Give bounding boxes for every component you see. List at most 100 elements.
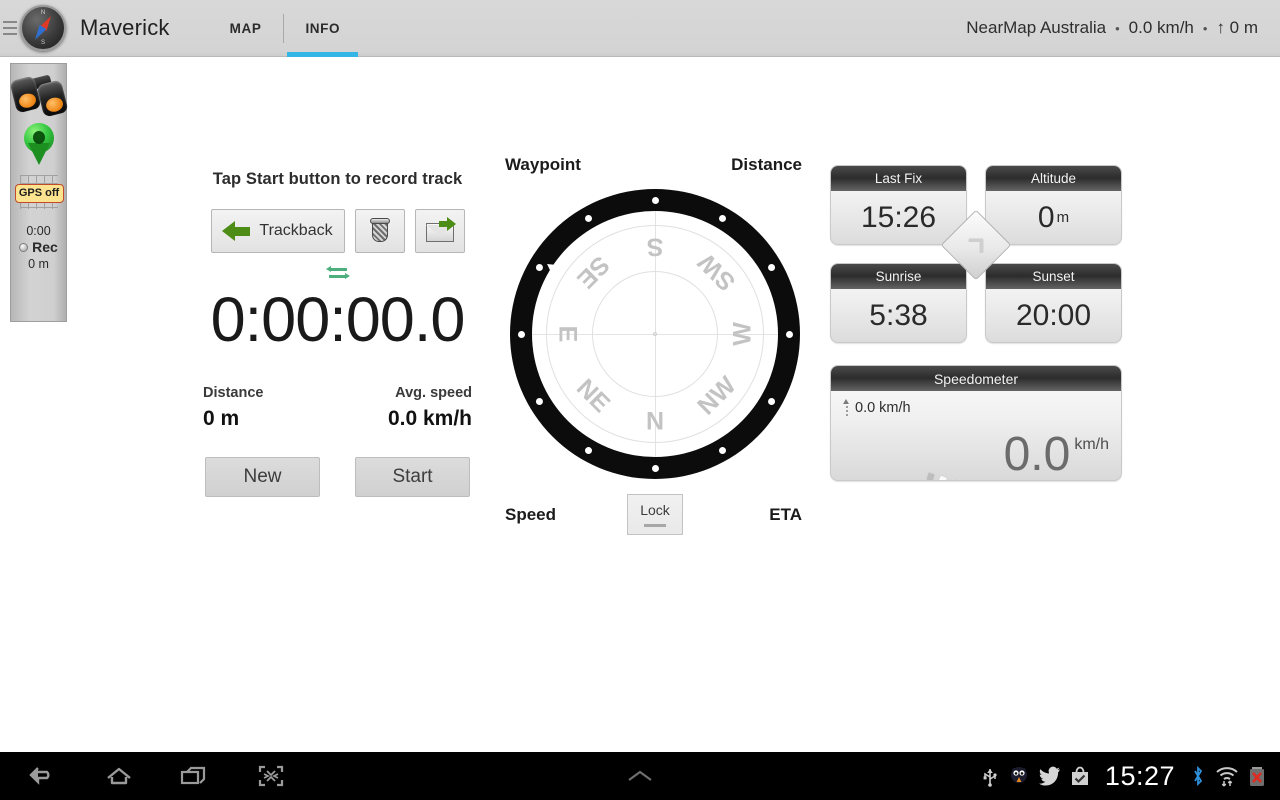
separator-dot: • [1202,20,1208,36]
track-timer: 0:00:00.0 [210,285,466,355]
speedometer-tick [947,478,960,480]
nav-key-group [0,759,292,793]
compass-ring-dot [535,263,543,271]
tile-sunset[interactable]: Sunset 20:00 [985,263,1122,343]
lock-label: Lock [640,502,670,518]
eta-label: ETA [769,505,802,524]
current-speed-value: 0.0 [1003,428,1071,481]
menu-icon[interactable] [0,0,18,57]
bluetooth-icon [1190,765,1206,787]
lock-button[interactable]: Lock [627,494,683,535]
screenshot-icon[interactable] [250,759,292,793]
recents-icon[interactable] [174,759,216,793]
compass-center-dot [653,332,657,336]
usb-icon [981,765,999,787]
binoculars-icon[interactable] [8,70,69,118]
compass-ring-dot [584,214,592,222]
system-navigation-bar: 15:27 [0,752,1280,800]
side-time-value: 0:00 [26,224,51,238]
compass-cardinal-s: S [646,232,664,261]
arrow-left-icon [222,221,251,241]
track-action-row: New Start [195,457,480,497]
tile-last-fix[interactable]: Last Fix 15:26 [830,165,967,245]
compass-ring-dot [767,397,775,405]
compass-dial-face: N NE E SE S SW W NW [532,211,778,457]
tab-info[interactable]: INFO [283,0,362,57]
twitter-bird-icon [1008,765,1030,787]
swap-units-icon[interactable] [325,266,350,281]
tile-last-fix-caption: Last Fix [831,166,966,191]
system-clock: 15:27 [1104,760,1175,791]
speedometer-caption: Speedometer [831,366,1121,391]
max-speed-indicator: 0.0 km/h [843,399,911,416]
compass-ring-dot [718,214,726,222]
tile-sunrise-caption: Sunrise [831,264,966,289]
speedometer-widget[interactable]: Speedometer 0.0 km/h 0.0 km/h [830,365,1122,481]
map-source-label: NearMap Australia [966,18,1107,37]
new-track-button[interactable]: New [205,457,320,497]
avg-speed-stat: Avg. speed 0.0 km/h [388,385,472,431]
info-tile-grid: Last Fix 15:26 Altitude 0 m Sunrise 5:38 [830,165,1122,343]
tile-altitude-value: 0 [1037,200,1055,234]
compass-panel: Waypoint Distance Speed ETA N NE E SE S SW W NW… [500,150,810,535]
wifi-icon [1215,765,1239,787]
tile-sunrise-value: 5:38 [869,298,928,332]
share-track-button[interactable] [414,209,465,253]
compass-dial[interactable]: N NE E SE S SW W NW [510,189,800,479]
play-store-icon [1070,765,1090,787]
lock-underline [644,524,666,527]
tab-map[interactable]: MAP [208,0,284,57]
trash-icon [369,218,390,244]
home-icon[interactable] [98,759,140,793]
tile-altitude-body: 0 m [986,191,1121,244]
track-hint-text: Tap Start button to record track [212,170,463,188]
start-track-button[interactable]: Start [355,457,470,497]
compass-ring-dot [535,397,543,405]
tab-bar: MAP INFO [208,0,362,57]
status-summary: NearMap Australia • 0.0 km/h • ↑ 0 m [966,18,1258,38]
gps-status-indicator[interactable]: GPS off [11,171,67,215]
chevron-up-icon[interactable] [619,759,661,793]
record-label: Rec [32,239,58,255]
speed-label: Speed [505,505,557,524]
track-stats: Distance 0 m Avg. speed 0.0 km/h [195,385,480,431]
distance-stat: Distance 0 m [203,385,263,431]
speedometer-tick [936,475,948,480]
tile-sunset-body: 20:00 [986,289,1121,342]
compass-cardinal-n: N [645,407,665,436]
compass-ring-dot [718,446,726,454]
back-icon[interactable] [22,759,64,793]
tab-divider [283,13,285,43]
info-tiles: Last Fix 15:26 Altitude 0 m Sunrise 5:38 [830,165,1122,481]
status-icon-group: 15:27 [981,761,1280,792]
max-speed-value: 0.0 km/h [855,399,911,416]
waypoint-label: Waypoint [505,155,581,174]
trackback-button[interactable]: Trackback [210,209,345,253]
record-status: Rec [19,239,58,256]
tile-sunrise[interactable]: Sunrise 5:38 [830,263,967,343]
delete-track-button[interactable] [354,209,405,253]
record-dot-icon [19,243,29,252]
distance-value: 0 m [203,407,240,430]
header-speed-value: 0.0 km/h [1128,18,1194,37]
tile-altitude-unit: m [1056,209,1070,226]
map-pin-icon[interactable] [23,123,54,165]
action-bar: N S Maverick MAP INFO NearMap Australia … [0,0,1280,57]
twitter-icon [1038,766,1061,786]
side-status-widget[interactable]: GPS off 0:00 Rec 0 m [8,63,69,322]
avg-speed-caption: Avg. speed [395,385,472,401]
tile-sunset-caption: Sunset [986,264,1121,289]
trackback-label: Trackback [259,222,333,239]
send-mail-icon [425,217,456,242]
tab-info-label: INFO [305,20,341,36]
separator-dot: • [1115,20,1120,36]
current-speed-readout: 0.0 km/h [1003,428,1109,481]
tile-sunrise-body: 5:38 [831,289,966,342]
compass-ring-dot [584,446,592,454]
distance-caption: Distance [203,385,264,401]
maverick-app-screen: N S Maverick MAP INFO NearMap Australia … [0,0,1280,800]
side-distance-value: 0 m [28,257,49,271]
tile-altitude[interactable]: Altitude 0 m [985,165,1122,245]
compass-ring-dot [651,464,659,472]
current-speed-unit: km/h [1074,436,1109,454]
